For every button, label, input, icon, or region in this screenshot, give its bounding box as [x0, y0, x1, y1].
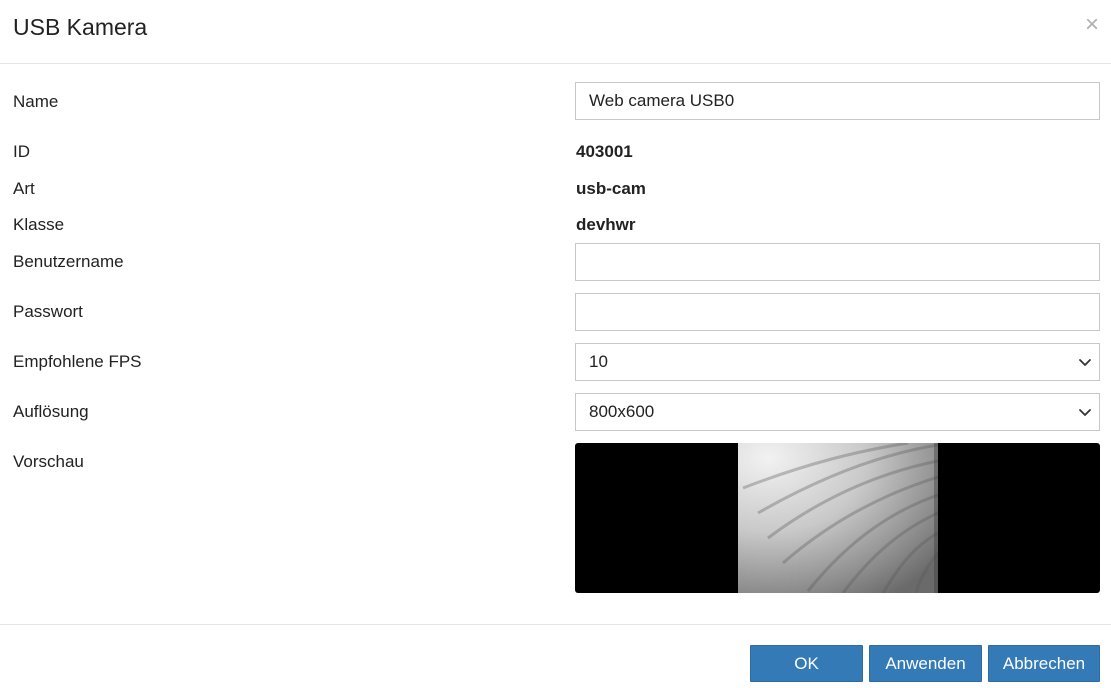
password-label: Passwort [13, 302, 83, 321]
resolution-selected-value: 800x600 [589, 402, 655, 421]
art-value: usb-cam [576, 179, 646, 198]
art-label: Art [13, 179, 35, 198]
chevron-down-icon [1079, 359, 1091, 366]
klasse-value: devhwr [576, 215, 636, 234]
preview-label: Vorschau [13, 452, 84, 471]
usb-camera-dialog: USB Kamera × Name ID 403001 Art usb-cam … [0, 0, 1111, 688]
resolution-select[interactable]: 800x600 [575, 393, 1100, 431]
name-input[interactable] [575, 82, 1100, 120]
chevron-down-icon [1079, 409, 1091, 416]
id-value: 403001 [576, 142, 633, 161]
fps-label: Empfohlene FPS [13, 352, 142, 371]
username-label: Benutzername [13, 252, 124, 271]
name-label: Name [13, 92, 59, 111]
ok-button[interactable]: OK [750, 645, 863, 682]
dialog-header: USB Kamera × [0, 0, 1111, 64]
username-input[interactable] [575, 243, 1100, 281]
dialog-title: USB Kamera [13, 14, 148, 40]
password-input[interactable] [575, 293, 1100, 331]
fps-selected-value: 10 [589, 352, 608, 371]
klasse-label: Klasse [13, 215, 65, 234]
fps-select[interactable]: 10 [575, 343, 1100, 381]
camera-preview-image [738, 443, 938, 593]
apply-button[interactable]: Anwenden [869, 645, 982, 682]
camera-preview [575, 443, 1100, 593]
id-label: ID [13, 142, 30, 161]
close-icon[interactable]: × [1081, 12, 1103, 38]
cancel-button[interactable]: Abbrechen [988, 645, 1100, 682]
resolution-label: Auflösung [13, 402, 89, 421]
